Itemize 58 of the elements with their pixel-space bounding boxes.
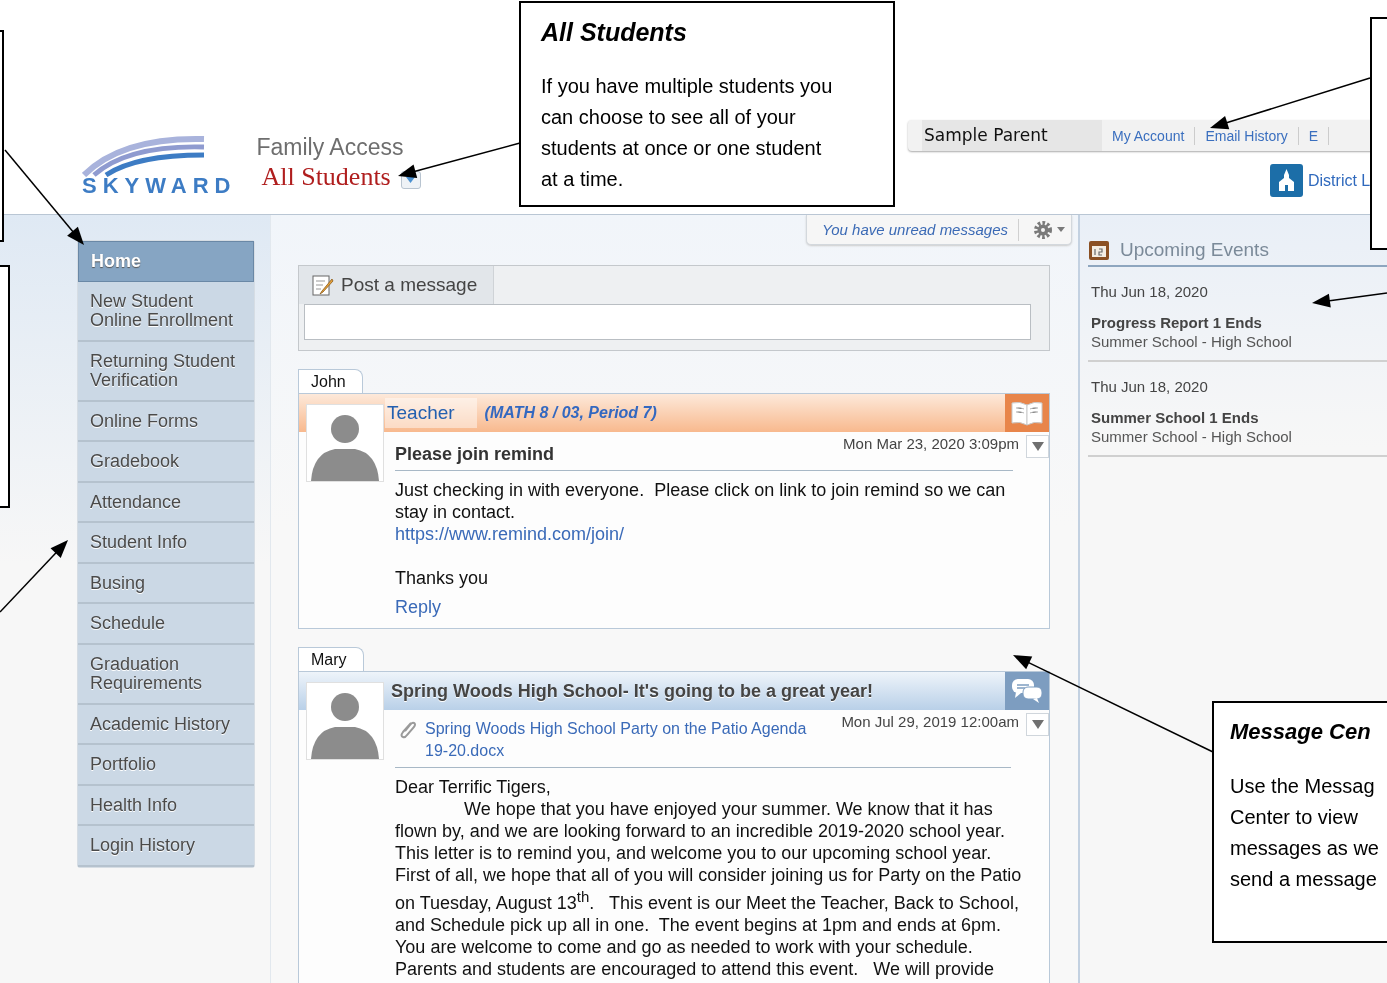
post-message-tab[interactable]: Post a message	[299, 266, 495, 304]
event-date: Thu Jun 18, 2020	[1091, 378, 1209, 395]
nav-item[interactable]: Online Forms	[78, 401, 254, 442]
panel-title: Upcoming Events	[1120, 239, 1269, 261]
message-link[interactable]: https://www.remind.com/join/	[395, 523, 625, 545]
unread-messages-link[interactable]: You have unread messages	[807, 218, 1019, 241]
rainbow-arcs-icon	[82, 133, 206, 177]
message-date: Mon Jul 29, 2019 12:00am	[841, 712, 1019, 730]
nav-item[interactable]: Health Info	[78, 785, 254, 826]
message-text: Just checking in with everyone. Please click on link to join remind so we can stay in contact.	[395, 479, 1007, 523]
event-title[interactable]: Progress Report 1 Ends	[1091, 313, 1387, 332]
nav-item[interactable]: Schedule	[78, 604, 254, 645]
logo-text: SKYWARD	[82, 174, 237, 198]
message-text: We hope that you have enjoyed your summer. We know that it has flown by, and we are looking forward to an incredible 2019-2020 school year. This letter is to remind you, and welcome you to our upcoming school year. First of all, we hope that all of you will consider joining us for Party on the Patio on Tuesday, August 13$^{th}$. This event is our Meet the Teacher, Back to School, and Schedule pick up all in one. The event begins at 1pm and ends at 6pm. You are welcome to come and go as needed to work with your schedule. Parents and students are encouraged to attend this event. We will provide	[395, 798, 1023, 980]
sender-name: Teacher	[385, 398, 477, 428]
message-subject: Please join remind	[395, 443, 555, 465]
nav-item[interactable]: Returning Student Verification	[78, 341, 254, 402]
student-tab[interactable]: John	[298, 369, 363, 393]
nav-item[interactable]: New Student Online Enrollment	[78, 281, 254, 342]
calendar-icon	[1088, 239, 1110, 261]
callout-title: All Students	[541, 17, 688, 48]
header-link[interactable]: E	[1298, 126, 1330, 145]
event-title[interactable]: Summer School 1 Ends	[1091, 408, 1387, 427]
reply-link[interactable]: Reply	[395, 596, 442, 618]
nav-item[interactable]: Portfolio	[78, 745, 254, 786]
notepad-pencil-icon	[311, 273, 335, 297]
event-subtitle: Summer School - High School	[1091, 332, 1293, 351]
caret-icon	[1031, 720, 1044, 729]
message-input-field[interactable]	[304, 304, 1031, 340]
message-title: Spring Woods High School- It's going to be a great year!	[391, 680, 873, 702]
event-subtitle: Summer School - High School	[1091, 427, 1293, 446]
product-name: Family Access	[256, 133, 405, 161]
caret-icon	[1031, 442, 1044, 451]
event-date: Thu Jun 18, 2020	[1091, 283, 1209, 300]
student-tab[interactable]: Mary	[298, 647, 364, 671]
nav-item[interactable]: Gradebook	[78, 442, 254, 483]
caret-icon	[406, 177, 416, 183]
student-selector[interactable]: All Students	[261, 161, 391, 193]
message-date: Mon Mar 23, 2020 3:09pm	[843, 434, 1019, 452]
message-menu-button[interactable]	[1026, 435, 1049, 458]
nav-item[interactable]: Graduation Requirements	[78, 644, 254, 705]
nav-item[interactable]: Student Info	[78, 523, 254, 564]
user-name: Sample Parent	[922, 120, 1102, 151]
nav-item[interactable]: Login History	[78, 826, 254, 867]
attachment-link[interactable]: Spring Woods High School Party on the Patio Agenda 19-20.docx	[425, 718, 817, 762]
nav-item[interactable]: Attendance	[78, 482, 254, 523]
callout-text: Use the Messag Center to view messages as we send a message	[1230, 774, 1380, 892]
district-link[interactable]: District L	[1308, 171, 1371, 190]
message-menu-button[interactable]	[1026, 713, 1049, 736]
nav-item[interactable]: Busing	[78, 563, 254, 604]
message-text: Dear Terrific Tigers,	[395, 776, 552, 798]
callout-title: Message Cen	[1230, 718, 1372, 746]
nav-item[interactable]: Academic History	[78, 704, 254, 745]
message-text: Thanks you	[395, 567, 490, 589]
callout-text: If you have multiple students you can choose to see all of your students at once or one student at a time.	[541, 74, 834, 192]
school-building-icon[interactable]	[1270, 164, 1303, 197]
header-link[interactable]: My Account	[1102, 126, 1196, 145]
course-label: (MATH 8 / 03, Period 7)	[484, 404, 657, 422]
